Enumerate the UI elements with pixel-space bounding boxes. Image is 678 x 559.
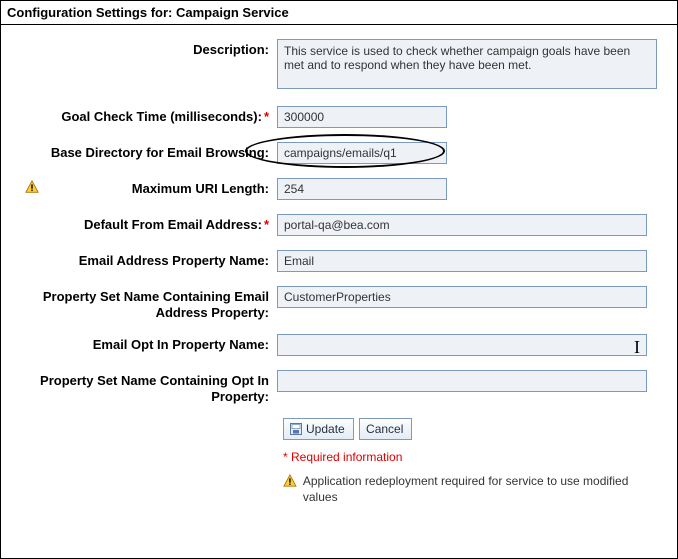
default-from-input[interactable] [277, 214, 647, 236]
goal-check-time-input[interactable] [277, 106, 447, 128]
row-base-dir: Base Directory for Email Browsing: [15, 142, 663, 164]
required-marker: * [262, 109, 269, 124]
required-note: * Required information [283, 450, 663, 464]
cancel-button[interactable]: Cancel [359, 418, 412, 440]
row-max-uri: Maximum URI Length: [15, 178, 663, 200]
base-dir-input[interactable] [277, 142, 447, 164]
description-field[interactable] [277, 39, 657, 89]
window-title: Configuration Settings for: Campaign Ser… [1, 1, 677, 25]
label-description: Description: [15, 39, 277, 58]
label-pset-optin: Property Set Name Containing Opt In Prop… [15, 370, 277, 404]
label-email-prop: Email Address Property Name: [15, 250, 277, 269]
email-prop-input[interactable] [277, 250, 647, 272]
form-content: Description: Goal Check Time (millisecon… [1, 25, 677, 514]
pset-email-input[interactable] [277, 286, 647, 308]
redeploy-note: Application redeployment required for se… [283, 474, 663, 505]
pset-optin-input[interactable] [277, 370, 647, 392]
label-base-dir: Base Directory for Email Browsing: [15, 142, 277, 161]
config-window: Configuration Settings for: Campaign Ser… [0, 0, 678, 559]
label-goal-check-time: Goal Check Time (milliseconds):* [15, 106, 277, 125]
warning-icon [25, 180, 39, 194]
label-pset-email: Property Set Name Containing Email Addre… [15, 286, 277, 320]
label-max-uri: Maximum URI Length: [15, 178, 277, 197]
label-default-from: Default From Email Address:* [15, 214, 277, 233]
warning-icon [283, 474, 297, 488]
required-marker: * [262, 217, 269, 232]
save-icon [290, 423, 302, 435]
row-goal-check-time: Goal Check Time (milliseconds):* [15, 106, 663, 128]
max-uri-input[interactable] [277, 178, 447, 200]
email-optin-input[interactable] [277, 334, 647, 356]
row-email-optin: Email Opt In Property Name: I [15, 334, 663, 356]
row-pset-email: Property Set Name Containing Email Addre… [15, 286, 663, 320]
button-row: Update Cancel [283, 418, 663, 440]
row-description: Description: [15, 39, 663, 92]
row-email-prop: Email Address Property Name: [15, 250, 663, 272]
label-email-optin: Email Opt In Property Name: [15, 334, 277, 353]
row-default-from: Default From Email Address:* [15, 214, 663, 236]
row-pset-optin: Property Set Name Containing Opt In Prop… [15, 370, 663, 404]
update-button[interactable]: Update [283, 418, 354, 440]
